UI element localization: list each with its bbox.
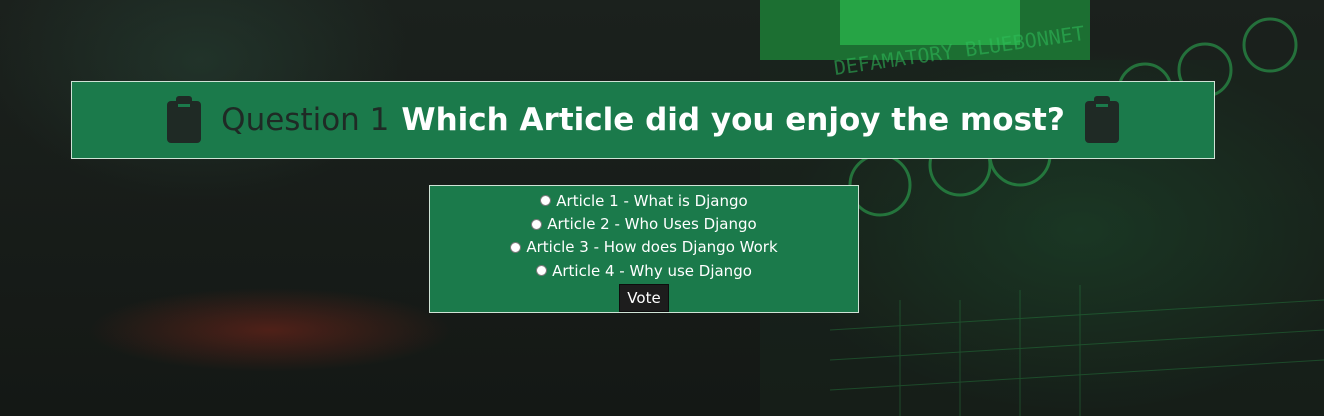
question-banner: Question 1 Which Article did you enjoy t… [71,81,1215,159]
choice-article-3[interactable]: Article 3 - How does Django Work [510,236,778,259]
radio-button[interactable] [540,195,552,207]
radio-button[interactable] [536,265,548,277]
choice-label: Article 4 - Why use Django [552,261,752,280]
question-number: Question 1 [221,102,390,138]
clipboard-icon [167,96,202,143]
choice-label: Article 2 - Who Uses Django [547,215,757,234]
question-text: Which Article did you enjoy the most? [401,102,1065,138]
radio-button[interactable] [510,241,522,253]
choice-label: Article 1 - What is Django [556,191,748,210]
choice-article-2[interactable]: Article 2 - Who Uses Django [531,212,757,235]
vote-button[interactable]: Vote [619,283,669,313]
clipboard-icon [1084,96,1119,143]
choice-article-4[interactable]: Article 4 - Why use Django [536,259,752,282]
choice-label: Article 3 - How does Django Work [526,238,778,257]
choice-article-1[interactable]: Article 1 - What is Django [540,189,748,212]
vote-form: Article 1 - What is Django Article 2 - W… [429,185,859,313]
radio-button[interactable] [531,218,543,230]
